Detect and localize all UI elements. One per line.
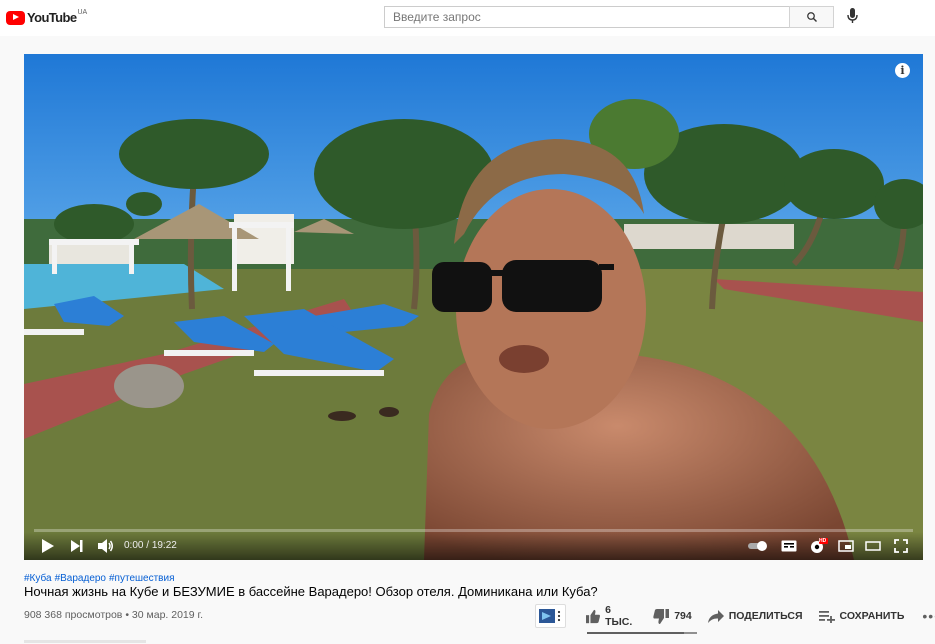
- miniplayer-icon: [838, 540, 854, 552]
- meta-separator: •: [125, 609, 129, 621]
- youtube-play-logo-icon: [6, 10, 25, 25]
- next-button[interactable]: [68, 538, 86, 554]
- hashtags: #Куба #Варадеро #путешествия: [24, 573, 174, 584]
- play-button[interactable]: [38, 538, 56, 554]
- fullscreen-button[interactable]: [891, 538, 911, 554]
- mic-icon: [846, 8, 858, 23]
- volume-button[interactable]: [96, 538, 116, 554]
- subtitles-icon: [781, 540, 797, 552]
- hashtag-link[interactable]: #путешествия: [109, 573, 174, 584]
- time-separator: /: [146, 540, 150, 551]
- settings-button[interactable]: HD: [808, 538, 830, 554]
- share-label: ПОДЕЛИТЬСЯ: [728, 610, 803, 622]
- time-display: 0:00 / 19:22: [124, 540, 177, 551]
- like-button[interactable]: 6 ТЫС.: [585, 604, 637, 628]
- search-button[interactable]: [789, 6, 834, 28]
- subtitles-button[interactable]: [779, 538, 799, 554]
- theater-mode-button[interactable]: [863, 538, 883, 554]
- save-button[interactable]: СОХРАНИТЬ: [818, 610, 905, 623]
- youtube-logo[interactable]: YouTube UA: [6, 9, 88, 25]
- logo-text: YouTube: [27, 10, 77, 25]
- thumbs-up-icon: [585, 609, 600, 623]
- sentiment-bar-likes: [587, 632, 684, 634]
- view-count: 908 368 просмотров: [24, 609, 123, 621]
- info-icon[interactable]: i: [895, 63, 910, 78]
- more-actions-button[interactable]: •••: [922, 608, 935, 624]
- extension-button[interactable]: [535, 604, 566, 628]
- section-divider: [24, 640, 146, 643]
- miniplayer-button[interactable]: [836, 538, 856, 554]
- player-controls: 0:00 / 19:22 HD: [24, 532, 923, 560]
- video-meta: 908 368 просмотров • 30 мар. 2019 г.: [24, 609, 203, 621]
- publish-date: 30 мар. 2019 г.: [131, 609, 203, 621]
- video-frame: [24, 54, 923, 560]
- fullscreen-icon: [894, 539, 908, 553]
- hd-badge: HD: [819, 538, 827, 544]
- theater-icon: [865, 541, 881, 551]
- video-title: Ночная жизнь на Кубе и БЕЗУМИЕ в бассейн…: [24, 584, 598, 599]
- hashtag-link[interactable]: #Куба: [24, 573, 52, 584]
- like-count: 6 ТЫС.: [605, 604, 633, 628]
- next-icon: [71, 540, 83, 552]
- autoplay-toggle-icon: [748, 541, 767, 551]
- save-label: СОХРАНИТЬ: [839, 610, 905, 622]
- autoplay-toggle[interactable]: [746, 538, 770, 554]
- playlist-add-icon: [818, 610, 835, 623]
- share-icon: [707, 609, 724, 623]
- play-icon: [41, 539, 54, 553]
- search-bar: [384, 6, 834, 28]
- volume-icon: [98, 539, 113, 553]
- search-input[interactable]: [384, 6, 789, 28]
- thumbs-down-icon: [653, 608, 670, 624]
- voice-search-button[interactable]: [844, 8, 860, 26]
- masthead: YouTube UA: [0, 0, 935, 36]
- share-button[interactable]: ПОДЕЛИТЬСЯ: [707, 609, 803, 623]
- logo-country-code: UA: [77, 9, 88, 16]
- dislike-button[interactable]: 794: [653, 608, 692, 624]
- dislike-count: 794: [674, 610, 692, 622]
- cast-extension-icon: [539, 609, 561, 623]
- video-actions: 6 ТЫС. 794 ПОДЕЛИТЬСЯ СОХРАНИТЬ •••: [535, 603, 935, 629]
- video-player[interactable]: i 0:00 / 19:22 HD: [24, 54, 923, 560]
- search-icon: [806, 12, 817, 22]
- hashtag-link[interactable]: #Варадеро: [55, 573, 106, 584]
- time-total: 19:22: [151, 540, 177, 551]
- sentiment-bar: [587, 632, 697, 634]
- time-current: 0:00: [124, 540, 144, 551]
